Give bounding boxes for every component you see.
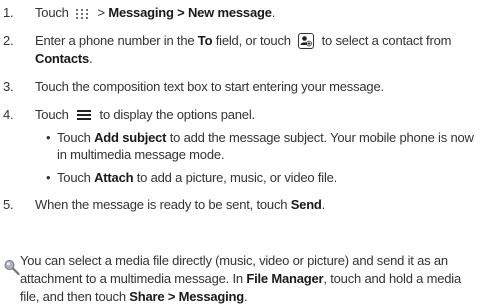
attach-label: Attach (94, 170, 134, 185)
new-message-label: New message (187, 5, 272, 20)
bullet-text: Touch (57, 130, 95, 145)
step-text: Touch (35, 107, 69, 122)
path-separator: > (164, 289, 179, 304)
step-text: to display the options panel. (99, 107, 256, 122)
step-number: 4. (3, 107, 14, 122)
step-text: When the message is ready to be sent, to… (35, 197, 291, 212)
note-line-3: file, and then touch Share > Messaging. (20, 289, 248, 304)
bullet-dot: • (46, 130, 51, 145)
bullet-text: to add the message subject. Your mobile … (166, 130, 474, 145)
share-label: Share (129, 289, 165, 304)
period: . (271, 5, 276, 20)
step-text: Touch the composition text box to start … (35, 79, 384, 94)
messaging-label: Messaging (108, 5, 174, 20)
period: . (89, 51, 93, 66)
path-separator: > (173, 5, 188, 20)
note-line-2: attachment to a multimedia message. In F… (20, 271, 461, 286)
instruction-page: { "steps": [ { "num": "1.", "lead": "Tou… (0, 0, 503, 308)
step-text: field, or touch (212, 33, 291, 48)
note-text: , touch and hold a media (323, 271, 461, 286)
contacts-label: Contacts (35, 51, 90, 66)
bullet-add-subject-cont: in multimedia message mode. (57, 147, 224, 162)
note-text: file, and then touch (20, 289, 130, 304)
step-2-cont: Contacts. (35, 51, 93, 66)
send-label: Send (290, 197, 322, 212)
step-text: to select a contact from (321, 33, 452, 48)
apps-grid-icon (76, 8, 90, 19)
messaging-label: Messaging (178, 289, 245, 304)
bullet-text: to add a picture, music, or video file. (133, 170, 338, 185)
step-text: Touch (35, 5, 69, 20)
period: . (244, 289, 248, 304)
step-number: 5. (3, 197, 14, 212)
note-text: You can select a media file directly (mu… (20, 253, 448, 268)
step-number: 2. (3, 33, 14, 48)
step-text: Enter a phone number in the (35, 33, 198, 48)
note-line-1: You can select a media file directly (mu… (20, 253, 448, 268)
add-contact-icon (298, 32, 315, 49)
step-number: 1. (3, 5, 14, 20)
note-text: attachment to a multimedia message. In (20, 271, 247, 286)
file-manager-label: File Manager (246, 271, 324, 286)
menu-icon (77, 109, 92, 120)
to-field-label: To (197, 33, 213, 48)
path-separator: > (97, 5, 109, 20)
add-subject-label: Add subject (94, 130, 167, 145)
bullet-text: Touch (57, 170, 95, 185)
bullet-text: in multimedia message mode. (57, 147, 225, 162)
tip-icon (3, 259, 21, 277)
step-number: 3. (3, 79, 14, 94)
period: . (321, 197, 326, 212)
bullet-dot: • (46, 170, 51, 185)
